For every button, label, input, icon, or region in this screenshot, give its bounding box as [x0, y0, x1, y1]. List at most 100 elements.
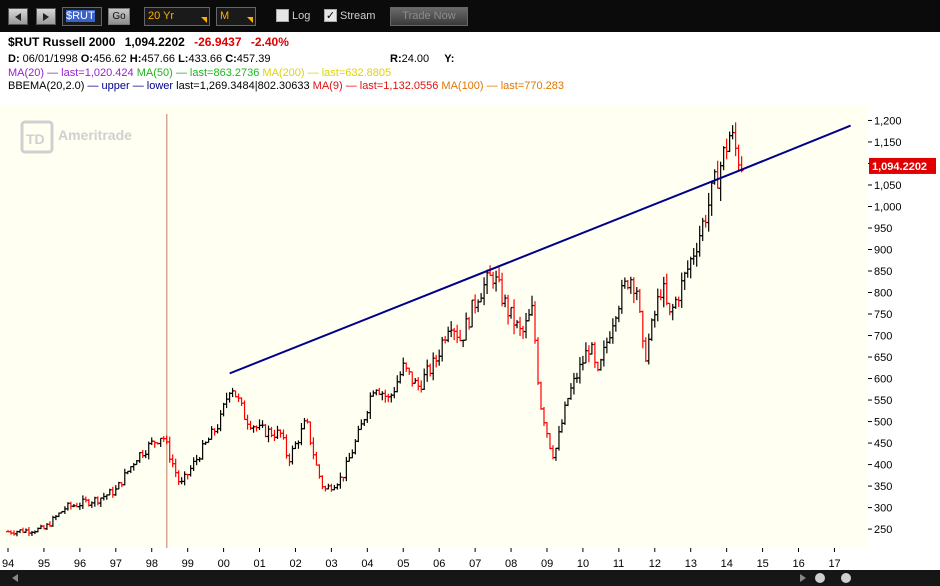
y-tick-label: 600 — [874, 374, 892, 386]
zoom-in-icon[interactable] — [841, 573, 851, 583]
back-arrow-icon — [15, 12, 21, 21]
y-tick-label: 250 — [874, 524, 892, 536]
scrollbar-track[interactable] — [0, 570, 940, 586]
y-tick-label: 500 — [874, 417, 892, 429]
y-tick-label: 650 — [874, 352, 892, 364]
y-tick-label: 1,000 — [874, 201, 902, 213]
period-value: 20 Yr — [148, 10, 175, 22]
y-tick-label: 800 — [874, 288, 892, 300]
back-button[interactable] — [8, 8, 28, 25]
watermark-text: Ameritrade — [58, 127, 132, 143]
dropdown-arrow-icon — [247, 17, 253, 23]
y-tick-label: 1,200 — [874, 115, 902, 127]
last-price-tag: 1,094.2202 — [869, 157, 936, 174]
x-tick-label: 12 — [649, 558, 661, 570]
x-tick-label: 99 — [182, 558, 194, 570]
x-tick-label: 98 — [146, 558, 158, 570]
y-tick-label: 300 — [874, 503, 892, 515]
ma100-label: MA(100) — [441, 80, 484, 92]
x-tick-label: 03 — [325, 558, 337, 570]
symbol-input[interactable]: $RUT — [62, 7, 102, 26]
x-tick-label: 15 — [757, 558, 769, 570]
x-tick-label: 96 — [74, 558, 86, 570]
x-tick-label: 94 — [2, 558, 14, 570]
x-tick-label: 06 — [433, 558, 445, 570]
date-value: 06/01/1998 — [22, 53, 78, 65]
low-label: L: — [178, 53, 189, 65]
bbema-upper: — upper — [87, 80, 130, 92]
bands-legend: BBEMA(20,2.0) — upper — lower last=1,269… — [8, 80, 564, 92]
y-tick-label: 550 — [874, 395, 892, 407]
dropdown-arrow-icon — [201, 17, 207, 23]
x-tick-label: 97 — [110, 558, 122, 570]
y-tick-label: 950 — [874, 223, 892, 235]
plot-area — [0, 106, 868, 570]
moving-average-legend: MA(20) — last=1,020.424 MA(50) — last=86… — [8, 67, 391, 79]
go-button[interactable]: Go — [108, 8, 130, 25]
y-label: Y: — [444, 53, 455, 65]
x-tick-label: 09 — [541, 558, 553, 570]
x-tick-label: 16 — [793, 558, 805, 570]
low-value: 433.66 — [188, 53, 223, 65]
open-label: O: — [80, 53, 94, 65]
close-value: 457.39 — [236, 53, 271, 65]
last-price: 1,094.2202 — [124, 35, 185, 49]
x-tick-label: 95 — [38, 558, 50, 570]
stream-label: Stream — [340, 10, 376, 22]
y-tick-label: 1,150 — [874, 137, 902, 149]
ma50-last: — last=863.2736 — [175, 67, 260, 79]
ma100-last: — last=770.283 — [486, 80, 565, 92]
ma9-label: MA(9) — [312, 80, 343, 92]
y-tick-label: 450 — [874, 438, 892, 450]
y-tick-label: 400 — [874, 460, 892, 472]
price-change: -26.9437 — [194, 35, 242, 49]
y-tick-label: 750 — [874, 309, 892, 321]
x-tick-label: 08 — [505, 558, 517, 570]
quote-info-panel: $RUT Russell 2000 1,094.2202 -26.9437 -2… — [0, 32, 940, 106]
log-checkbox[interactable] — [276, 9, 289, 22]
date-label: D: — [8, 53, 20, 65]
range-readout: R:24.00 Y: — [390, 53, 454, 65]
y-tick-label: 350 — [874, 481, 892, 493]
bbema-last: last=1,269.3484|802.30633 — [176, 80, 310, 92]
forward-button[interactable] — [36, 8, 56, 25]
frequency-value: M — [220, 10, 230, 22]
close-label: C: — [225, 53, 237, 65]
price-tag-text: 1,094.2202 — [872, 161, 927, 173]
ma20-last: — last=1,020.424 — [47, 67, 134, 79]
x-tick-label: 11 — [613, 558, 624, 570]
price-change-pct: -2.40% — [250, 35, 289, 49]
price-chart[interactable]: TD Ameritrade 250 300 350 400 450 500 550 600 65… — [0, 106, 940, 586]
x-tick-label: 10 — [577, 558, 589, 570]
x-tick-label: 13 — [685, 558, 697, 570]
y-tick-label: 900 — [874, 244, 892, 256]
ma200-last: — last=632.8805 — [307, 67, 392, 79]
ma200-label: MA(200) — [262, 67, 305, 79]
trade-now-button[interactable]: Trade Now — [390, 7, 468, 26]
high-label: H: — [129, 53, 142, 65]
y-tick-label: 850 — [874, 266, 892, 278]
x-tick-label: 14 — [721, 558, 733, 570]
bbema-lower: — lower — [132, 80, 174, 92]
r-label: R: — [390, 53, 402, 65]
log-label: Log — [292, 10, 311, 22]
quote-header: $RUT Russell 2000 1,094.2202 -26.9437 -2… — [8, 35, 289, 49]
x-tick-label: 01 — [254, 558, 266, 570]
symbol-value: $RUT — [66, 10, 95, 22]
x-tick-label: 05 — [397, 558, 409, 570]
chart-toolbar: $RUT Go 20 Yr M Log ✓ Stream Trade Now — [0, 0, 940, 32]
x-tick-label: 00 — [218, 558, 230, 570]
zoom-out-icon[interactable] — [815, 573, 825, 583]
td-logo-text: TD — [26, 131, 45, 147]
y-tick-label: 1,050 — [874, 180, 902, 192]
bbema-label: BBEMA(20,2.0) — [8, 80, 85, 92]
ma9-last: — last=1,132.0556 — [345, 80, 439, 92]
stream-checkbox[interactable]: ✓ — [324, 9, 337, 22]
x-tick-label: 02 — [289, 558, 301, 570]
high-value: 457.66 — [141, 53, 176, 65]
x-tick-label: 07 — [469, 558, 481, 570]
forward-arrow-icon — [43, 12, 49, 21]
period-select[interactable]: 20 Yr — [144, 7, 210, 26]
frequency-select[interactable]: M — [216, 7, 256, 26]
ma20-label: MA(20) — [8, 67, 45, 79]
